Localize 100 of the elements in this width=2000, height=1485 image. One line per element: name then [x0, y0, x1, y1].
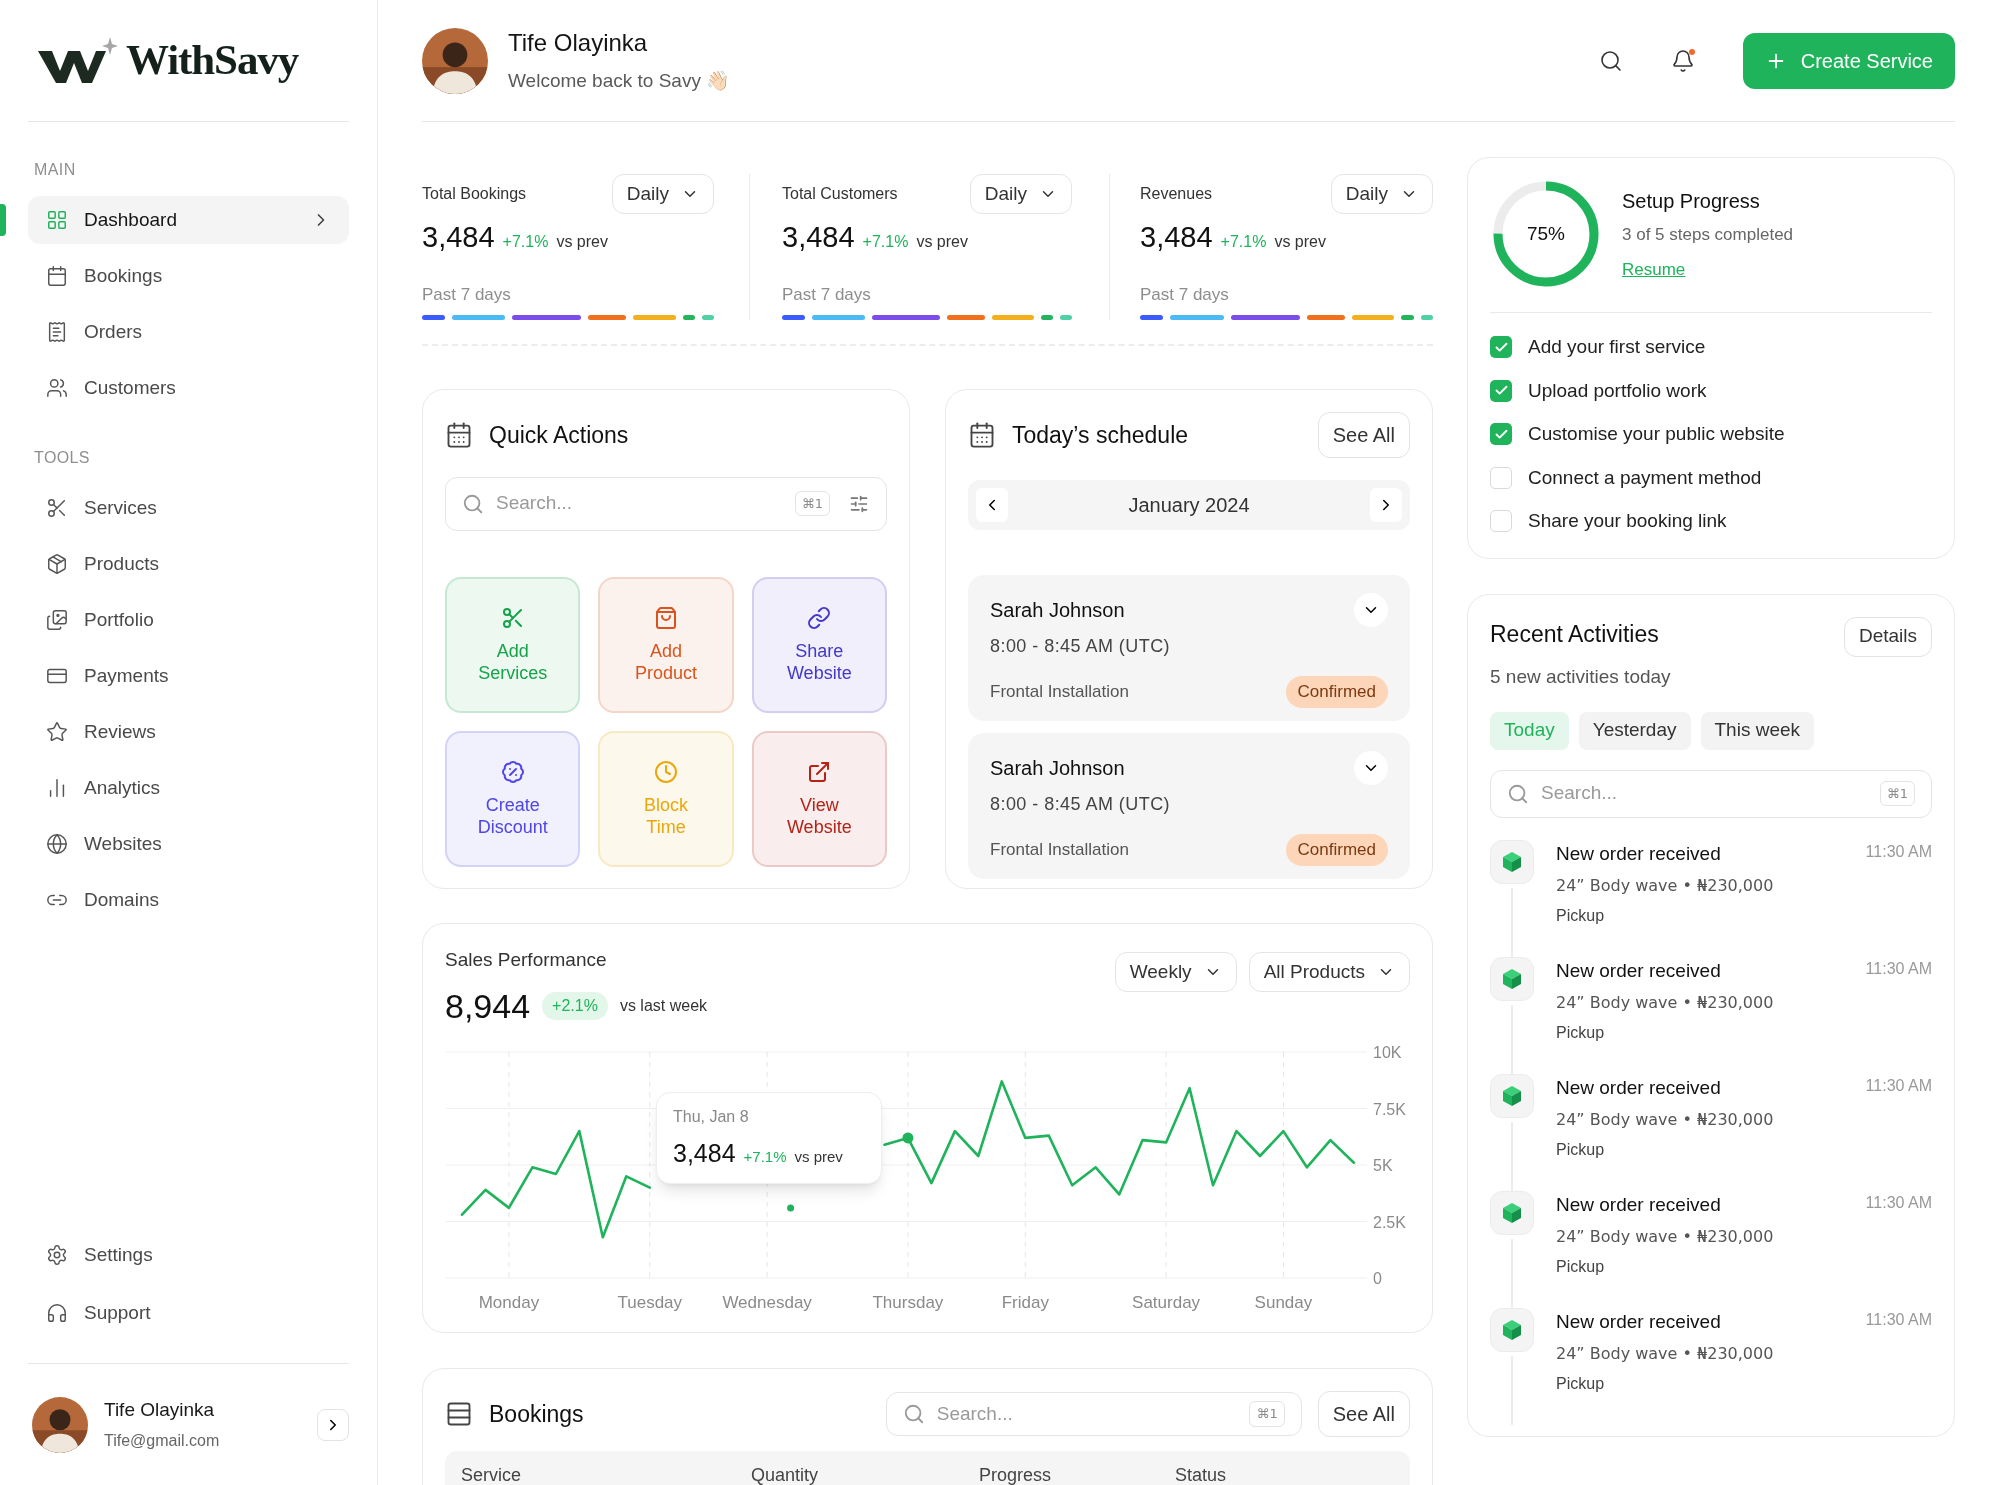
external-link-icon [807, 759, 832, 784]
stat-value: 3,484 [1140, 220, 1213, 255]
calendar-icon [46, 265, 68, 287]
service-name: Frontal Installation [990, 839, 1129, 861]
period-dropdown[interactable]: All Products [1248, 952, 1410, 992]
filter-icon[interactable] [849, 493, 869, 514]
column-header: Service [461, 1464, 523, 1485]
activity-title: New order received [1556, 1192, 1721, 1217]
users-icon [46, 377, 68, 399]
activity-time: 11:30 AM [1865, 958, 1932, 979]
nav-item[interactable]: Websites [28, 820, 349, 868]
axis-label: Monday [478, 1292, 540, 1312]
stat-comparison: vs prev [916, 232, 968, 252]
search-icon [1507, 782, 1529, 805]
notification-icon[interactable] [1670, 48, 1695, 73]
axis-label: Wednesday [722, 1292, 812, 1312]
checkbox[interactable] [1490, 466, 1512, 489]
tooltip-comparison: vs prev [794, 1146, 843, 1167]
axis-label: Thursday [872, 1292, 944, 1312]
progress-subtitle: 3 of 5 steps completed [1622, 223, 1794, 246]
period-dropdown[interactable]: Daily [969, 174, 1072, 214]
expand-button[interactable] [1354, 751, 1388, 785]
service-name: Frontal Installation [990, 681, 1129, 703]
nav-item[interactable]: Bookings [28, 252, 349, 300]
activity-detail: 24” Body wave • ₦230,000 [1556, 875, 1775, 897]
checkbox[interactable] [1490, 379, 1512, 402]
nav-item[interactable]: Reviews [28, 708, 349, 756]
cube-icon [1501, 850, 1523, 873]
user-email: Tife@gmail.com [104, 1430, 221, 1451]
nav-item[interactable]: Support [28, 1289, 349, 1337]
axis-label: Sunday [1254, 1292, 1313, 1312]
period-dropdown[interactable]: Daily [611, 174, 714, 214]
section-heading: MAIN [33, 160, 77, 180]
quick-action-tile[interactable]: View Website [751, 730, 887, 867]
expand-button[interactable] [317, 1408, 349, 1441]
filter-tab[interactable]: This week [1700, 711, 1815, 750]
search-input[interactable]: Search... [1541, 779, 1868, 808]
activity-detail: 24” Body wave • ₦230,000 [1556, 992, 1775, 1014]
shortcut-hint: ⌘1 [1879, 780, 1915, 807]
axis-label: Saturday [1132, 1292, 1201, 1312]
settings-icon [46, 1244, 68, 1266]
client-name: Sarah Johnson [990, 756, 1125, 781]
stat-value: 3,484 [782, 220, 855, 255]
quick-action-tile[interactable]: Add Product [598, 576, 734, 713]
nav-item[interactable]: Orders [28, 308, 349, 356]
checkbox[interactable] [1490, 336, 1512, 359]
nav-item[interactable]: Payments [28, 652, 349, 700]
clock-icon [654, 759, 678, 784]
cube-icon [1501, 1084, 1523, 1107]
next-month-button[interactable] [1370, 488, 1402, 522]
search-icon[interactable] [1598, 48, 1623, 73]
quick-action-tile[interactable]: Create Discount [445, 730, 581, 867]
see-all-button[interactable]: See All [1317, 412, 1410, 458]
user-name: Tife Olayinka [508, 28, 649, 59]
sales-value: 8,944 [445, 985, 531, 1027]
card-title: Sales Performance [445, 948, 608, 972]
delivery-method: Pickup [1556, 1023, 1606, 1043]
details-button[interactable]: Details [1843, 616, 1932, 657]
quick-action-tile[interactable]: Share Website [751, 576, 887, 713]
nav-item[interactable]: Portfolio [28, 596, 349, 644]
nav-item[interactable]: Domains [28, 876, 349, 924]
step-label: Upload portfolio work [1528, 378, 1707, 403]
activity-time: 11:30 AM [1865, 1309, 1932, 1330]
see-all-button[interactable]: See All [1317, 1391, 1410, 1437]
search-input[interactable]: Search... [496, 489, 783, 518]
nav-item[interactable]: Settings [28, 1231, 349, 1279]
checkbox[interactable] [1490, 423, 1512, 446]
scissors-icon [500, 605, 525, 630]
appointment-card[interactable]: Sarah Johnson 8:00 - 8:45 AM (UTC) Frontal Installation Confirmed [968, 575, 1410, 721]
expand-button[interactable] [1354, 593, 1388, 627]
filter-tab[interactable]: Yesterday [1578, 711, 1691, 750]
nav-item[interactable]: Customers [28, 364, 349, 412]
stat-footnote: Past 7 days [782, 283, 872, 306]
column-header: Progress [979, 1464, 1053, 1485]
previous-month-button[interactable] [976, 488, 1008, 522]
period-dropdown[interactable]: Weekly [1114, 952, 1237, 992]
search-input[interactable]: Search... [936, 1399, 1238, 1429]
nav-item[interactable]: Products [28, 540, 349, 588]
activity-time: 11:30 AM [1865, 1075, 1932, 1096]
delivery-method: Pickup [1556, 1374, 1606, 1394]
period-dropdown[interactable]: Daily [1330, 174, 1433, 214]
axis-label: 0 [1373, 1269, 1382, 1287]
images-icon [46, 609, 68, 631]
card-title: Quick Actions [489, 421, 629, 450]
step-label: Connect a payment method [1528, 465, 1762, 490]
appointment-card[interactable]: Sarah Johnson 8:00 - 8:45 AM (UTC) Frontal Installation Confirmed [968, 733, 1410, 879]
stat-label: Total Customers [782, 184, 898, 204]
delivery-method: Pickup [1556, 1257, 1606, 1277]
nav-item[interactable]: Dashboard [28, 196, 349, 244]
nav-item[interactable]: Services [28, 484, 349, 532]
activity-title: New order received [1556, 1075, 1721, 1100]
checkbox[interactable] [1490, 510, 1512, 533]
activity-detail: 24” Body wave • ₦230,000 [1556, 1343, 1775, 1365]
nav-item[interactable]: Analytics [28, 764, 349, 812]
appointment-time: 8:00 - 8:45 AM (UTC) [990, 635, 1171, 658]
calendar-icon [445, 421, 473, 450]
active-indicator [0, 204, 6, 236]
shortcut-hint: ⌘1 [794, 490, 830, 517]
appointment-time: 8:00 - 8:45 AM (UTC) [990, 793, 1171, 816]
activity-time: 11:30 AM [1865, 841, 1932, 862]
